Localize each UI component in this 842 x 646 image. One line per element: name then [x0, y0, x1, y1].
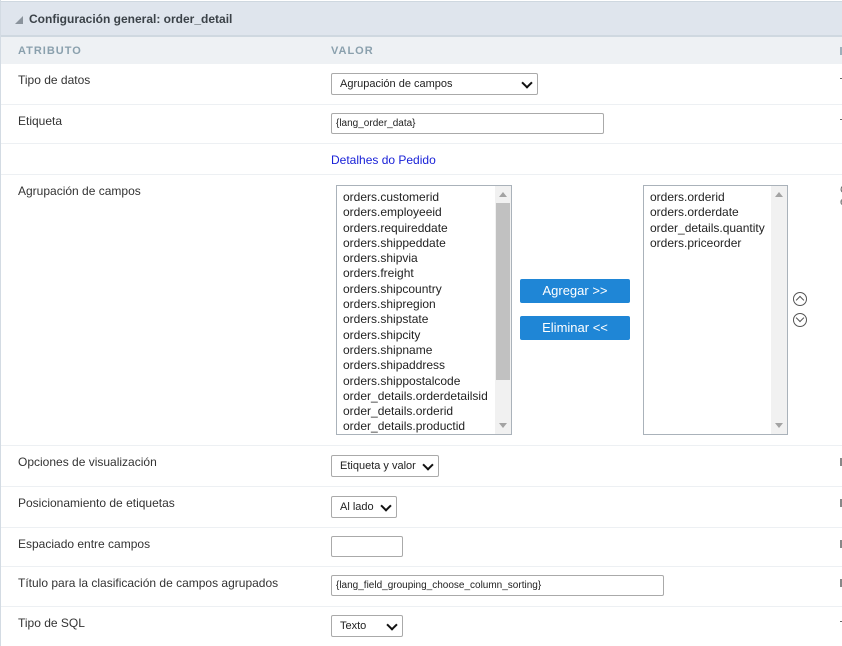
- row-grouping-sort-title: Título para la clasificación de campos a…: [1, 567, 842, 607]
- list-option[interactable]: orders.orderid: [650, 190, 765, 205]
- list-option[interactable]: orders.shipcountry: [343, 282, 488, 297]
- selected-fields-list: orders.orderid orders.orderdate order_deta…: [650, 190, 765, 251]
- selected-fields-listbox[interactable]: orders.orderid orders.orderdate order_deta…: [643, 185, 788, 435]
- scroll-up-arrow-icon[interactable]: [499, 192, 507, 197]
- column-header-attribute: ATRIBUTO: [18, 45, 82, 57]
- list-option[interactable]: order_details.productid: [343, 419, 488, 434]
- column-header-value: VALOR: [331, 45, 374, 57]
- data-type-select[interactable]: Agrupación de campos: [331, 73, 538, 95]
- sql-type-label: Tipo de SQL: [18, 616, 85, 630]
- sql-type-select[interactable]: Texto: [331, 615, 403, 637]
- row-field-spacing: Espaciado entre campos: [1, 528, 842, 567]
- list-option[interactable]: orders.employeeid: [343, 205, 488, 220]
- list-option[interactable]: orders.priceorder: [650, 236, 765, 251]
- chevron-down-icon: [521, 77, 533, 89]
- scroll-up-arrow-icon[interactable]: [775, 192, 783, 197]
- label-label: Etiqueta: [18, 114, 63, 128]
- list-option[interactable]: orders.customerid: [343, 190, 488, 205]
- panel-title: Configuración general: order_detail: [29, 12, 233, 26]
- grouping-sort-title-input[interactable]: {lang_field_grouping_choose_column_sorti…: [331, 575, 664, 596]
- selected-fields-scrollbar[interactable]: [771, 186, 787, 434]
- list-option[interactable]: orders.shipstate: [343, 312, 488, 327]
- sql-type-selected-value: Texto: [340, 620, 367, 632]
- list-option[interactable]: orders.shipaddress: [343, 358, 488, 373]
- display-options-select[interactable]: Etiqueta y valor: [331, 455, 439, 477]
- field-spacing-label: Espaciado entre campos: [18, 537, 151, 551]
- available-fields-listbox[interactable]: orders.customerid orders.employeeid orders…: [336, 185, 512, 435]
- available-fields-list: orders.customerid orders.employeeid orders…: [343, 190, 488, 434]
- list-option[interactable]: order_details.orderid: [343, 404, 488, 419]
- row-data-type: Tipo de datos Agrupación de campos: [1, 64, 842, 105]
- collapse-triangle-icon[interactable]: [15, 16, 23, 24]
- config-panel: Configuración general: order_detail ATRI…: [0, 0, 842, 646]
- display-options-label: Opciones de visualización: [18, 455, 157, 469]
- list-option[interactable]: orders.freight: [343, 266, 488, 281]
- add-field-button[interactable]: Agregar >>: [520, 279, 630, 303]
- list-option[interactable]: order_details.orderdetailsid: [343, 389, 488, 404]
- scroll-down-arrow-icon[interactable]: [499, 423, 507, 428]
- label-position-selected-value: Al lado: [340, 501, 374, 513]
- display-options-selected-value: Etiqueta y valor: [340, 460, 416, 472]
- list-option[interactable]: orders.shipname: [343, 343, 488, 358]
- row-sql-type: Tipo de SQL Texto: [1, 607, 842, 646]
- scroll-down-arrow-icon[interactable]: [775, 423, 783, 428]
- grouping-sort-title-label: Título para la clasificación de campos a…: [18, 576, 279, 590]
- label-preview-link[interactable]: Detalhes do Pedido: [331, 153, 436, 167]
- move-down-icon[interactable]: [793, 313, 807, 327]
- row-display-options: Opciones de visualización Etiqueta y val…: [1, 446, 842, 487]
- list-option[interactable]: orders.shipcity: [343, 328, 488, 343]
- list-option[interactable]: order_details.quantity: [650, 221, 765, 236]
- table-header: ATRIBUTO VALOR: [1, 37, 842, 64]
- list-option[interactable]: orders.shippostalcode: [343, 374, 488, 389]
- row-label: Etiqueta {lang_order_data}: [1, 105, 842, 144]
- list-option[interactable]: orders.shipregion: [343, 297, 488, 312]
- list-option[interactable]: orders.requireddate: [343, 221, 488, 236]
- row-field-grouping: Agrupación de campos orders.customerid or…: [1, 175, 842, 446]
- panel-header[interactable]: Configuración general: order_detail: [1, 1, 842, 37]
- label-position-label: Posicionamiento de etiquetas: [18, 496, 175, 510]
- chevron-down-icon: [422, 459, 434, 471]
- remove-field-button[interactable]: Eliminar <<: [520, 316, 630, 340]
- data-type-label: Tipo de datos: [18, 73, 91, 87]
- chevron-down-icon: [386, 619, 398, 631]
- row-label-preview: Detalhes do Pedido: [1, 144, 842, 175]
- list-option[interactable]: orders.shipvia: [343, 251, 488, 266]
- field-grouping-label: Agrupación de campos: [18, 184, 141, 198]
- list-option[interactable]: orders.orderdate: [650, 205, 765, 220]
- move-up-icon[interactable]: [793, 292, 807, 306]
- data-type-selected-value: Agrupación de campos: [340, 78, 453, 90]
- chevron-down-icon: [380, 500, 392, 512]
- row-label-position: Posicionamiento de etiquetas Al lado: [1, 487, 842, 528]
- label-input[interactable]: {lang_order_data}: [331, 113, 604, 134]
- available-fields-scrollbar[interactable]: [495, 186, 511, 434]
- scrollbar-thumb[interactable]: [496, 203, 510, 380]
- label-position-select[interactable]: Al lado: [331, 496, 397, 518]
- field-spacing-input[interactable]: [331, 536, 403, 557]
- list-option[interactable]: orders.shippeddate: [343, 236, 488, 251]
